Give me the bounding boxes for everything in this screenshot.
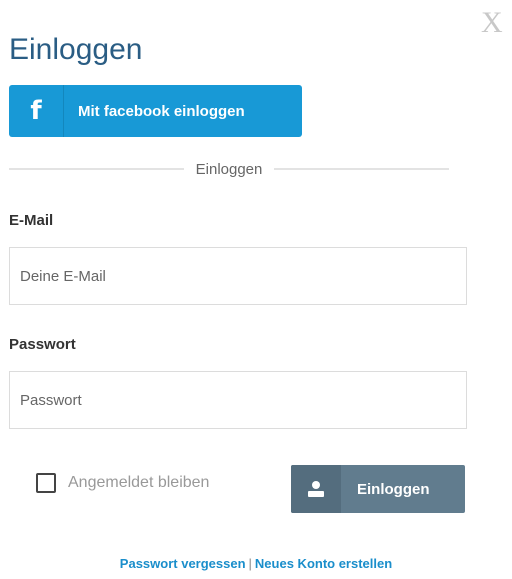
divider-label: Einloggen	[195, 160, 263, 178]
facebook-login-label: Mit facebook einloggen	[78, 102, 245, 120]
section-divider: Einloggen	[9, 158, 450, 180]
remember-me-checkbox[interactable]	[36, 473, 56, 493]
forgot-password-link[interactable]: Passwort vergessen	[120, 556, 246, 571]
email-input[interactable]	[9, 247, 467, 305]
password-input[interactable]	[9, 371, 467, 429]
facebook-login-button[interactable]: f Mit facebook einloggen	[9, 85, 302, 137]
user-icon-glyph	[308, 481, 324, 497]
login-button-label: Einloggen	[357, 480, 430, 498]
footer-links: Passwort vergessen | Neues Konto erstellen	[0, 556, 512, 571]
close-icon[interactable]: X	[481, 8, 503, 38]
facebook-icon-glyph: f	[30, 96, 42, 126]
email-label: E-Mail	[9, 212, 54, 229]
remember-me[interactable]: Angemeldet bleiben	[36, 473, 209, 493]
facebook-icon: f	[9, 85, 64, 137]
login-button[interactable]: Einloggen	[291, 465, 465, 513]
password-label: Passwort	[9, 336, 76, 353]
user-icon	[291, 465, 341, 513]
divider-line-left	[9, 168, 184, 170]
create-account-link[interactable]: Neues Konto erstellen	[255, 556, 392, 571]
modal-title: Einloggen	[9, 33, 143, 66]
remember-me-label: Angemeldet bleiben	[68, 474, 210, 491]
links-separator: |	[248, 556, 252, 571]
divider-line-right	[274, 168, 450, 170]
